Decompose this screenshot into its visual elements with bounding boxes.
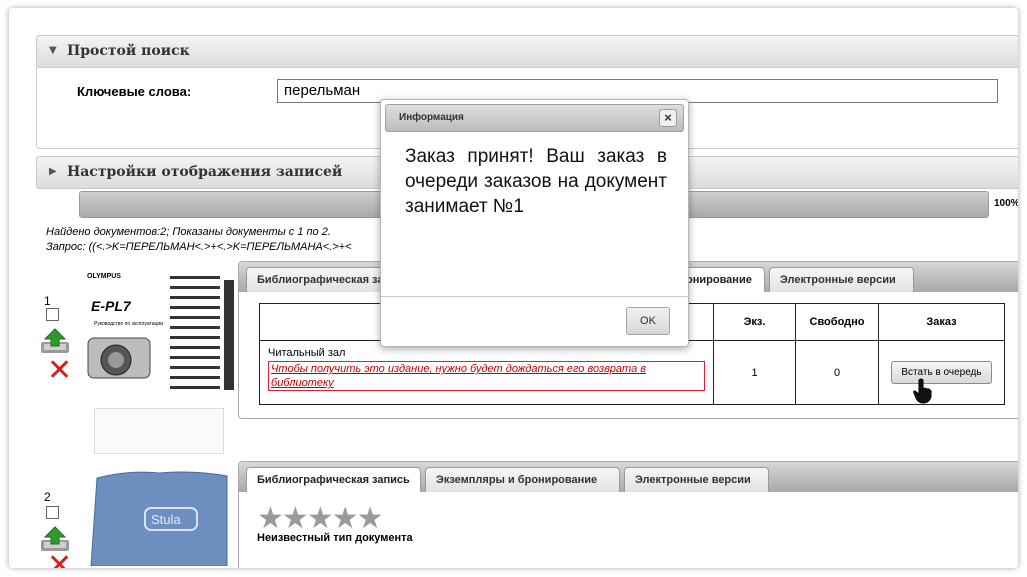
app-frame: ▼ Простой поиск Ключевые слова: перельма… <box>9 8 1018 568</box>
progress-percent: 100% <box>994 198 1018 209</box>
cover-model: E-PL7 <box>91 298 132 314</box>
star-icon: ★ <box>331 502 359 535</box>
dialog-message: Заказ принят! Ваш заказ в очереди заказо… <box>405 146 667 217</box>
delete-x-icon[interactable]: ✕ <box>47 356 72 386</box>
keywords-label: Ключевые слова: <box>77 84 192 99</box>
cover-subtitle: Руководство по эксплуатации <box>94 321 163 327</box>
column-header-copies: Экз. <box>713 303 796 341</box>
expand-triangle-icon: ▶ <box>49 166 57 177</box>
star-icon: ★ <box>257 502 284 535</box>
dialog-titlebar: Информация × <box>385 104 684 132</box>
column-header-order: Заказ <box>878 303 1005 341</box>
star-icon: ★ <box>306 502 334 535</box>
record-number: 1 <box>44 294 51 308</box>
join-queue-button[interactable]: Встать в очередь <box>891 361 992 384</box>
availability-warning: Чтобы получить это издание, нужно будет … <box>268 361 705 391</box>
holder-name: Читальный зал <box>268 347 346 359</box>
record-checkbox[interactable] <box>46 308 59 321</box>
info-dialog: Информация × Заказ принят! Ваш заказ в о… <box>380 99 689 347</box>
tab-bibliographic[interactable]: Библиографическая за <box>246 267 386 292</box>
rating-stars: ★★★★★ <box>257 502 384 535</box>
delete-x-icon[interactable]: ✕ <box>47 551 72 569</box>
free-count: 0 <box>795 340 879 405</box>
star-icon: ★ <box>281 502 309 535</box>
record-cover-image: Stula <box>89 470 229 567</box>
cover-brand: OLYMPUS <box>87 273 121 280</box>
ok-button[interactable]: OK <box>626 307 670 335</box>
record-cover-image: OLYMPUS E-PL7 Руководство по эксплуатаци… <box>84 270 240 398</box>
upload-arrow-icon[interactable] <box>40 328 70 354</box>
record-cover-back <box>94 408 224 454</box>
tab-electronic-versions[interactable]: Электронные версии <box>624 467 769 492</box>
copies-count: 1 <box>713 340 796 405</box>
close-icon[interactable]: × <box>659 109 677 127</box>
order-cell: Встать в очередь <box>878 340 1005 405</box>
cursor-hand-icon <box>913 378 932 404</box>
tab-bibliographic[interactable]: Библиографическая запись <box>246 467 421 492</box>
record-tab-panel: Библиографическая запись Экземпляры и бр… <box>238 461 1018 568</box>
found-count-text: Найдено документов:2; Показаны документы… <box>46 226 331 238</box>
dialog-divider <box>381 296 688 297</box>
cover-label: Stula <box>151 512 181 527</box>
tab-electronic-versions[interactable]: Электронные версии <box>769 267 914 292</box>
record-checkbox[interactable] <box>46 506 59 519</box>
dialog-title: Информация <box>399 112 464 123</box>
query-text: Запрос: ((<.>K=ПЕРЕЛЬМАН<.>+<.>K=ПЕРЕЛЬМ… <box>46 241 352 253</box>
star-icon: ★ <box>356 502 384 535</box>
simple-search-title: Простой поиск <box>67 43 190 59</box>
tab-copies-reservation[interactable]: Экземпляры и бронирование <box>425 467 620 492</box>
tab-bar: Библиографическая запись Экземпляры и бр… <box>239 462 1018 492</box>
holder-cell: Читальный зал Чтобы получить это издание… <box>259 340 714 405</box>
column-header-free: Свободно <box>795 303 879 341</box>
table-row: Читальный зал Чтобы получить это издание… <box>259 340 1005 405</box>
display-settings-title: Настройки отображения записей <box>67 164 343 180</box>
document-type: Неизвестный тип документа <box>257 532 413 544</box>
record-number: 2 <box>44 490 51 504</box>
collapse-triangle-icon: ▼ <box>49 45 57 56</box>
simple-search-header[interactable]: ▼ Простой поиск <box>36 35 1018 68</box>
